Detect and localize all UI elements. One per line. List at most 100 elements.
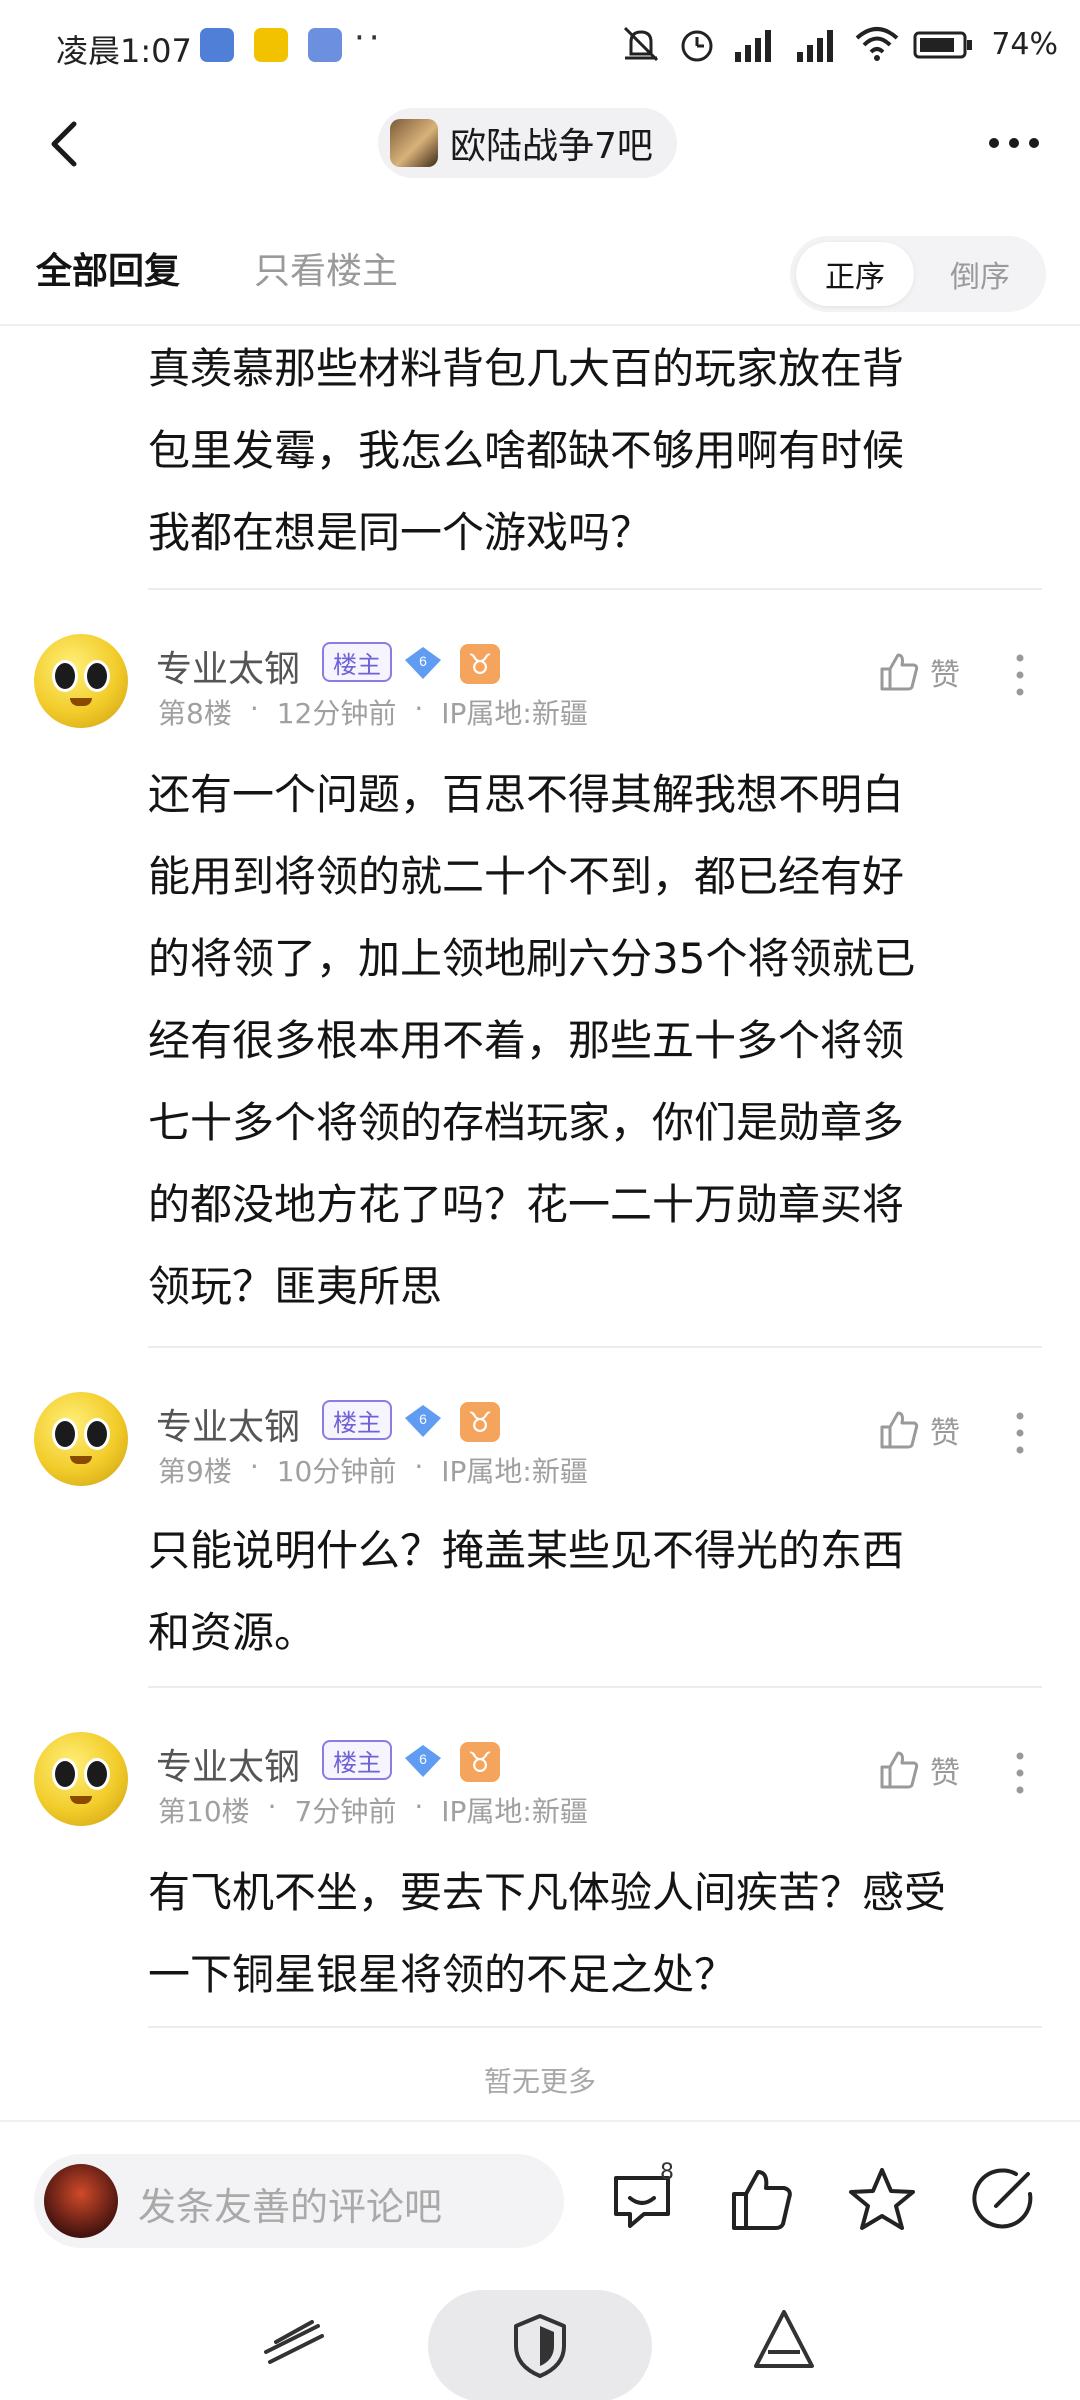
level-badge-icon: 6 (405, 647, 441, 679)
signal-icon (797, 30, 834, 62)
content-line: 经有很多根本用不着，那些五十多个将领 (148, 1016, 905, 1065)
comment-input[interactable]: 发条友善的评论吧 (34, 2154, 564, 2248)
thumbs-up-icon (880, 1751, 919, 1789)
my-avatar (44, 2164, 118, 2238)
svg-text:6: 6 (419, 1751, 427, 1767)
post-time: 7分钟前 (294, 1795, 397, 1828)
reply-filter-tabs: 全部回复 只看楼主 正序 倒序 (0, 226, 1080, 326)
wifi-icon (855, 27, 899, 61)
reply-header: 专业太钢 楼主 6 ♉ 第10楼 · 7分钟前 · IP属地:新疆 赞 (0, 1732, 1080, 1832)
user-avatar[interactable] (34, 1732, 128, 1826)
favorite-star-icon[interactable] (846, 2164, 918, 2236)
like-button[interactable]: 赞 (878, 1408, 960, 1452)
tab-op-only[interactable]: 只看楼主 (254, 242, 398, 294)
sort-toggle: 正序 倒序 (790, 236, 1046, 312)
taurus-icon: ♉ (460, 1742, 500, 1782)
thumbs-up-icon (880, 653, 919, 691)
reply-header: 专业太钢 楼主 6 ♉ 第8楼 · 12分钟前 · IP属地:新疆 赞 (0, 634, 1080, 734)
divider (148, 1686, 1042, 1688)
svg-text:6: 6 (419, 1411, 427, 1427)
content-line: 一下铜星银星将领的不足之处？ (148, 1950, 737, 1999)
ip-location: IP属地:新疆 (441, 1795, 588, 1828)
alarm-icon (681, 30, 713, 62)
top-header: 欧陆战争7吧 (0, 96, 1080, 196)
reply-content: 还有一个问题，百思不得其解我想不明白 能用到将领的就二十个不到，都已经有好 的将… (148, 754, 1040, 1328)
comment-placeholder: 发条友善的评论吧 (138, 2185, 443, 2229)
content-line: 包里发霉，我怎么啥都缺不够用啊有时候 (148, 426, 905, 475)
reply-content: 只能说明什么？掩盖某些见不得光的东西 和资源。 (148, 1510, 1040, 1674)
reply-header: 专业太钢 楼主 6 ♉ 第9楼 · 10分钟前 · IP属地:新疆 赞 (0, 1392, 1080, 1492)
reply-more-icon[interactable] (1010, 1748, 1030, 1798)
floor-number: 第10楼 (158, 1795, 250, 1828)
status-bar: 凌晨1:07 ·· 74% (0, 0, 1080, 96)
username[interactable]: 专业太钢 (156, 1738, 300, 1790)
op-badge: 楼主 (322, 1400, 392, 1440)
signal-icon (735, 30, 772, 62)
sort-ascending-button[interactable]: 正序 (796, 242, 914, 306)
taurus-icon: ♉ (460, 644, 500, 684)
content-line: 只能说明什么？掩盖某些见不得光的东西 (148, 1526, 905, 1575)
back-icon[interactable] (38, 114, 98, 174)
more-options-icon[interactable] (982, 118, 1046, 168)
nav-center-button[interactable] (428, 2290, 652, 2400)
triangle-icon[interactable] (746, 2302, 822, 2378)
user-avatar[interactable] (34, 634, 128, 728)
comment-count: 8 (660, 2160, 674, 2185)
post-time: 10分钟前 (276, 1455, 397, 1488)
bottom-nav (0, 2280, 1080, 2400)
ip-location: IP属地:新疆 (441, 697, 588, 730)
like-button[interactable]: 赞 (878, 1748, 960, 1792)
content-line: 的将领了，加上领地刷六分35个将领就已 (148, 934, 916, 983)
username[interactable]: 专业太钢 (156, 1398, 300, 1450)
reply-content: 有飞机不坐，要去下凡体验人间疾苦？感受 一下铜星银星将领的不足之处？ (148, 1852, 1040, 2016)
forum-avatar (390, 119, 438, 167)
content-line: 领玩？匪夷所思 (148, 1262, 443, 1311)
more-notifications-dots: ·· (354, 18, 384, 58)
reply-content: 真羡慕那些材料背包几大百的玩家放在背 包里发霉，我怎么啥都缺不够用啊有时候 我都… (148, 328, 1040, 574)
system-icons: 74% (619, 24, 1058, 64)
op-badge: 楼主 (322, 1740, 392, 1780)
like-icon[interactable] (726, 2164, 798, 2236)
content-line: 还有一个问题，百思不得其解我想不明白 (148, 770, 905, 819)
shield-icon (514, 2314, 566, 2378)
like-label: 赞 (930, 1756, 960, 1791)
content-line: 的都没地方花了吗？花一二十万勋章买将 (148, 1180, 905, 1229)
thumbs-up-icon (880, 1411, 919, 1449)
sort-descending-button[interactable]: 倒序 (928, 242, 1032, 306)
divider (148, 1346, 1042, 1348)
op-badge: 楼主 (322, 642, 392, 682)
mute-icon (624, 26, 659, 62)
level-badge-icon: 6 (405, 1405, 441, 1437)
app-icon (200, 28, 234, 62)
status-time: 凌晨1:07 (56, 32, 192, 70)
username[interactable]: 专业太钢 (156, 640, 300, 692)
like-button[interactable]: 赞 (878, 650, 960, 694)
forum-name: 欧陆战争7吧 (450, 126, 653, 167)
level-badge-icon: 6 (405, 1745, 441, 1777)
divider (148, 2026, 1042, 2028)
meituan-icon (254, 28, 288, 62)
battery-icon (913, 31, 973, 59)
share-icon[interactable] (966, 2164, 1038, 2236)
forum-chip[interactable]: 欧陆战争7吧 (378, 108, 677, 178)
like-label: 赞 (930, 1416, 960, 1451)
post-time: 12分钟前 (276, 697, 397, 730)
floor-number: 第9楼 (158, 1455, 232, 1488)
floor-number: 第8楼 (158, 697, 232, 730)
claw-icon[interactable] (256, 2302, 332, 2378)
taurus-icon: ♉ (460, 1402, 500, 1442)
like-label: 赞 (930, 658, 960, 693)
reply-more-icon[interactable] (1010, 650, 1030, 700)
mail-icon (308, 28, 342, 62)
divider (148, 588, 1042, 590)
no-more-text: 暂无更多 (483, 2065, 596, 2098)
svg-text:6: 6 (419, 653, 427, 669)
content-line: 真羡慕那些材料背包几大百的玩家放在背 (148, 344, 905, 393)
tab-all-replies[interactable]: 全部回复 (36, 242, 180, 294)
content-line: 七十多个将领的存档玩家，你们是勋章多 (148, 1098, 905, 1147)
ip-location: IP属地:新疆 (441, 1455, 588, 1488)
reply-meta: 第8楼 · 12分钟前 · IP属地:新疆 (158, 692, 588, 730)
content-line: 能用到将领的就二十个不到，都已经有好 (148, 852, 905, 901)
reply-more-icon[interactable] (1010, 1408, 1030, 1458)
user-avatar[interactable] (34, 1392, 128, 1486)
